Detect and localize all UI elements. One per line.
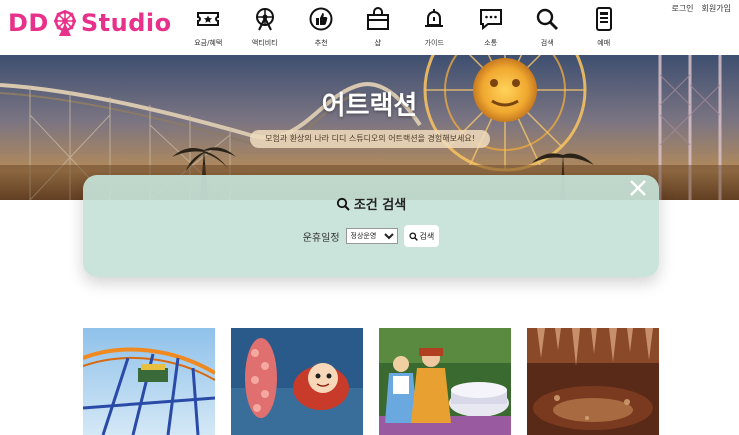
filter-label: 운휴일정 <box>302 232 340 244</box>
thumbs-up-icon <box>309 7 333 31</box>
attraction-list <box>83 328 659 435</box>
attraction-card-teacup[interactable] <box>379 328 511 435</box>
hero-subtitle: 모험과 환상의 나라 디디 스튜디오의 어트랙션을 경험해보세요! <box>250 130 490 148</box>
nav-item-booking[interactable]: 예매 <box>576 6 633 48</box>
nav-item-fees[interactable]: 요금/혜택 <box>180 6 237 48</box>
nav-item-community[interactable]: 소통 <box>463 6 520 48</box>
ticket-icon <box>197 12 220 26</box>
nav-label: 가이드 <box>424 39 444 47</box>
shop-icon <box>366 7 389 30</box>
page-title: 어트랙션 <box>321 91 418 121</box>
chat-icon <box>479 9 502 31</box>
operation-status-select[interactable]: 정상운영 <box>345 228 398 244</box>
nav-item-activity[interactable]: 액티비티 <box>237 6 294 48</box>
login-link[interactable]: 로그인 <box>671 3 693 14</box>
site-logo[interactable]: DD Studio <box>8 8 172 38</box>
cave-photo <box>527 328 659 435</box>
phone-icon <box>595 7 612 31</box>
attraction-card-coaster[interactable] <box>83 328 215 435</box>
ponyo-photo <box>231 328 363 435</box>
nav-item-guide[interactable]: 가이드 <box>406 6 463 48</box>
nav-label: 액티비티 <box>251 39 278 47</box>
auth-links: 로그인 회원가입 <box>671 3 731 14</box>
nav-item-recommend[interactable]: 추천 <box>293 6 350 48</box>
search-icon <box>537 8 559 30</box>
ferris-wheel-logo-icon <box>53 10 76 36</box>
nav-label: 추천 <box>314 39 328 47</box>
nav-label: 소통 <box>484 39 498 47</box>
condition-search-panel: 조건 검색 운휴일정 정상운영 검색 <box>83 175 659 277</box>
nav-label: 샵 <box>374 39 381 47</box>
page: DD Studio 요금/혜택 액티비티 추천 샵 가이드 소통 검색 예매 로… <box>0 0 739 435</box>
attraction-card-cave[interactable] <box>527 328 659 435</box>
bell-icon <box>425 9 444 27</box>
search-button[interactable]: 검색 <box>403 225 440 247</box>
coaster-photo <box>83 328 215 435</box>
logo-prefix: DD <box>8 9 49 37</box>
nav-label: 요금/혜택 <box>194 39 223 47</box>
site-header: DD Studio 요금/혜택 액티비티 추천 샵 가이드 소통 검색 예매 로… <box>0 0 739 55</box>
filter-row: 운휴일정 정상운영 검색 <box>83 225 659 247</box>
search-button-label: 검색 <box>419 231 435 241</box>
nav-item-search[interactable]: 검색 <box>519 6 576 48</box>
teacup-photo <box>379 328 511 435</box>
signup-link[interactable]: 회원가입 <box>702 3 731 14</box>
main-nav: 요금/혜택 액티비티 추천 샵 가이드 소통 검색 예매 <box>180 6 632 48</box>
attraction-card-ponyo[interactable] <box>231 328 363 435</box>
nav-item-shop[interactable]: 샵 <box>350 6 407 48</box>
panel-title: 조건 검색 <box>83 194 659 213</box>
search-icon <box>408 231 418 241</box>
nav-label: 검색 <box>540 39 554 47</box>
logo-suffix: Studio <box>80 9 172 37</box>
nav-label: 예매 <box>597 39 611 47</box>
panel-title-text: 조건 검색 <box>353 198 407 213</box>
search-icon <box>336 197 350 211</box>
ferris-wheel-icon <box>255 8 274 31</box>
